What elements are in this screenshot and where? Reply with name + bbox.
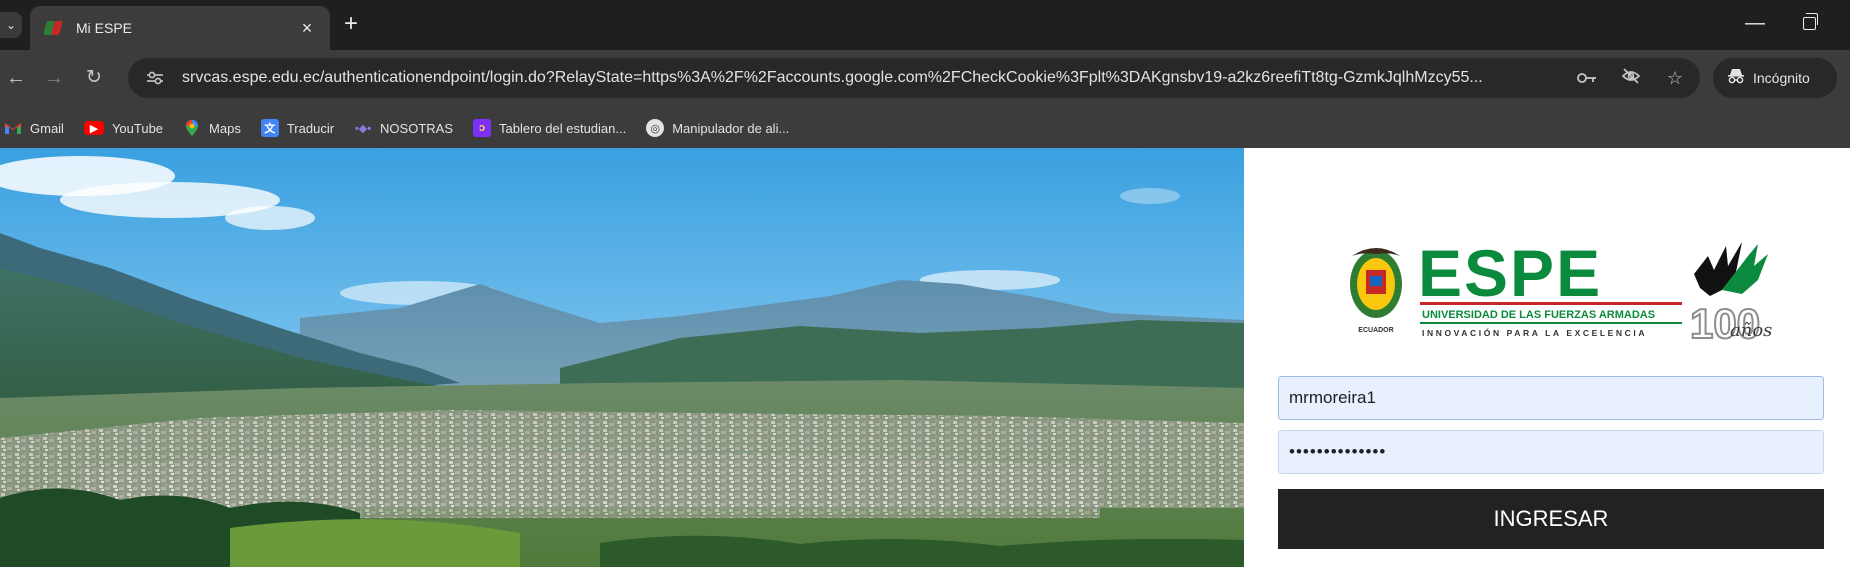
- password-value: ••••••••••••••: [1289, 442, 1387, 461]
- url-text[interactable]: srvcas.espe.edu.ec/authenticationendpoin…: [182, 69, 1554, 87]
- eagle-icon: [1694, 242, 1768, 296]
- svg-text:años: años: [1730, 320, 1772, 341]
- nosotras-icon: •◆•: [354, 122, 372, 135]
- browser-toolbar: ← → ↻ srvcas.espe.edu.ec/authenticatione…: [0, 50, 1850, 108]
- maps-icon: [183, 119, 201, 137]
- bookmark-gmail[interactable]: Gmail: [4, 119, 64, 137]
- gmail-icon: [4, 119, 22, 137]
- bookmark-youtube[interactable]: ▶ YouTube: [83, 120, 164, 136]
- globe-icon: ◎: [646, 119, 665, 137]
- password-input[interactable]: ••••••••••••••: [1278, 430, 1824, 474]
- youtube-icon: ▶: [83, 121, 104, 135]
- browser-tab-active[interactable]: Mi ESPE ×: [30, 6, 330, 50]
- address-bar[interactable]: srvcas.espe.edu.ec/authenticationendpoin…: [128, 58, 1700, 98]
- bookmarks-bar: Gmail ▶ YouTube Maps 文 Traducir •◆• NOSO…: [0, 108, 1850, 148]
- bookmark-label: Gmail: [30, 120, 64, 136]
- bookmark-manipulador[interactable]: ◎ Manipulador de ali...: [646, 119, 789, 137]
- back-arrow-icon[interactable]: ←: [6, 66, 26, 90]
- bookmark-label: Traducir: [286, 120, 335, 136]
- reload-icon[interactable]: ↻: [86, 66, 102, 90]
- tab-title: Mi ESPE: [76, 20, 133, 36]
- page-content: ECUADOR ESPE UNIVERSIDAD DE LAS FUERZAS …: [0, 148, 1850, 567]
- 100-anos-badge: 100 años: [1689, 299, 1772, 348]
- bookmark-label: Tablero del estudian...: [499, 120, 627, 136]
- tablero-icon: ↄ: [473, 119, 492, 137]
- espe-logo: ECUADOR ESPE UNIVERSIDAD DE LAS FUERZAS …: [1338, 236, 1778, 348]
- username-value: mrmoreira1: [1289, 388, 1376, 407]
- new-tab-button[interactable]: +: [338, 12, 364, 38]
- tab-strip: ⌄ Mi ESPE × + —: [0, 0, 1850, 50]
- key-icon[interactable]: [1576, 68, 1598, 89]
- forward-arrow-icon[interactable]: →: [44, 66, 64, 90]
- bookmark-label: Manipulador de ali...: [672, 120, 790, 136]
- login-panel: ECUADOR ESPE UNIVERSIDAD DE LAS FUERZAS …: [1244, 148, 1850, 567]
- espe-favicon-icon: [44, 19, 62, 37]
- incognito-badge[interactable]: Incógnito: [1713, 58, 1837, 98]
- logo-slogan-text: INNOVACIÓN PARA LA EXCELENCIA: [1422, 327, 1647, 338]
- incognito-icon: [1727, 68, 1745, 89]
- bookmark-nosotras[interactable]: •◆• NOSOTRAS: [354, 119, 453, 137]
- restore-window-icon[interactable]: [1803, 13, 1818, 30]
- minimize-icon[interactable]: —: [1745, 12, 1765, 35]
- logo-university-text: UNIVERSIDAD DE LAS FUERZAS ARMADAS: [1422, 309, 1655, 321]
- site-info-icon[interactable]: [144, 67, 166, 89]
- username-input[interactable]: mrmoreira1: [1278, 376, 1824, 420]
- ecuador-coat-of-arms-icon: ECUADOR: [1350, 248, 1402, 334]
- star-icon[interactable]: ☆: [1664, 68, 1686, 89]
- bookmark-label: YouTube: [111, 120, 164, 136]
- svg-text:ECUADOR: ECUADOR: [1358, 327, 1393, 334]
- translate-icon: 文: [260, 119, 279, 137]
- chevron-down-icon: ⌄: [5, 18, 17, 32]
- ingresar-button[interactable]: INGRESAR: [1278, 489, 1824, 549]
- eye-off-icon[interactable]: [1620, 67, 1642, 89]
- bookmark-label: Maps: [209, 120, 241, 136]
- bookmark-tablero[interactable]: ↄ Tablero del estudian...: [473, 119, 626, 137]
- tab-search-button[interactable]: ⌄: [0, 12, 22, 38]
- bookmark-maps[interactable]: Maps: [183, 119, 241, 137]
- bookmark-traducir[interactable]: 文 Traducir: [260, 119, 335, 137]
- landscape-background-image: [0, 148, 1244, 567]
- espe-wordmark: ESPE: [1418, 236, 1602, 310]
- incognito-label: Incógnito: [1753, 70, 1810, 86]
- tab-close-icon[interactable]: ×: [296, 18, 318, 39]
- bookmark-label: NOSOTRAS: [380, 120, 454, 136]
